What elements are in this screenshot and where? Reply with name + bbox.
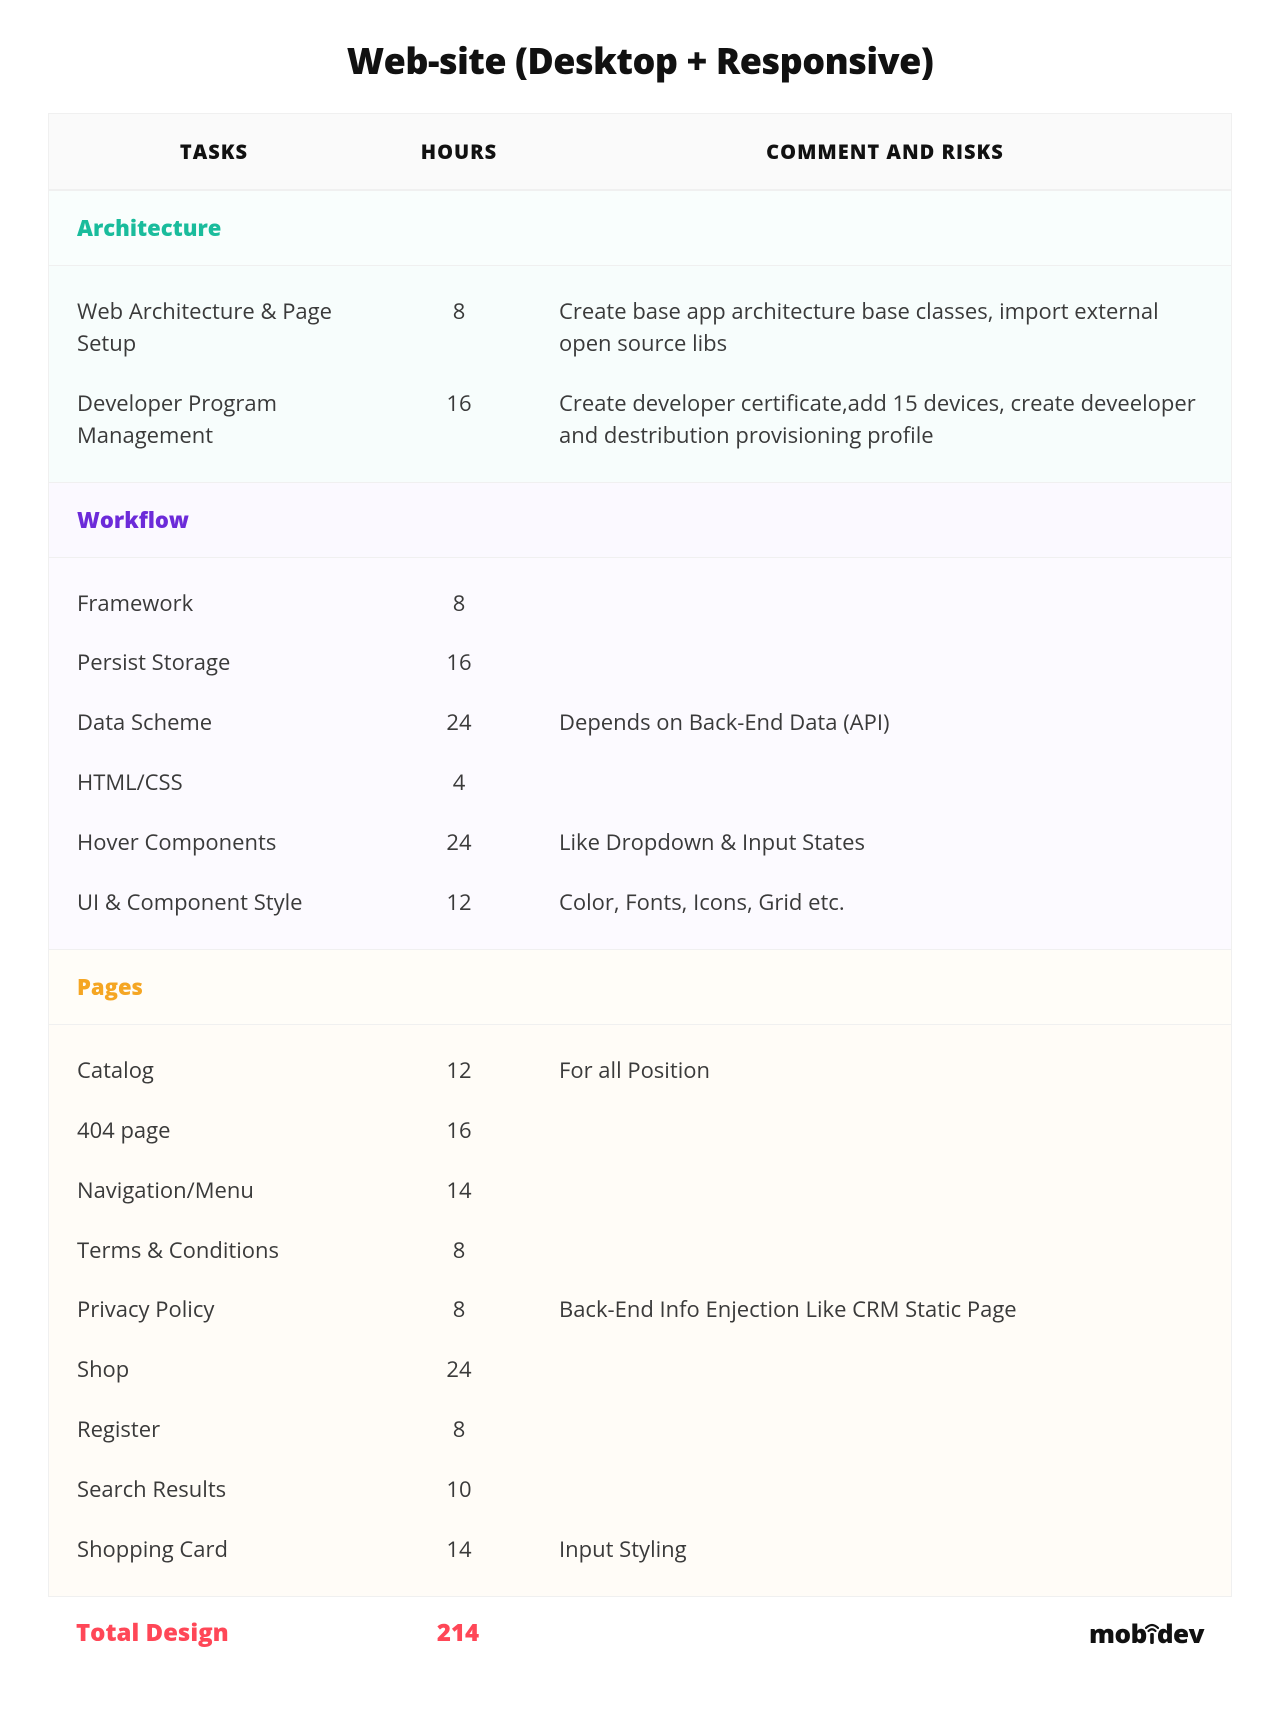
comment-cell (539, 1161, 1231, 1189)
task-cell: Search Results (49, 1460, 379, 1520)
table-row: Register8 (49, 1400, 1231, 1460)
hours-cell: 10 (379, 1460, 539, 1520)
table-row: Web Architecture & Page Setup8Create bas… (49, 282, 1231, 374)
hours-cell: 8 (379, 574, 539, 634)
table-row: Developer Program Management16Create dev… (49, 374, 1231, 466)
table-row: HTML/CSS4 (49, 753, 1231, 813)
task-cell: Catalog (49, 1041, 379, 1101)
table-row: Shopping Card14Input Styling (49, 1520, 1231, 1580)
hours-cell: 14 (379, 1161, 539, 1221)
task-cell: HTML/CSS (49, 753, 379, 813)
table-row: Hover Components24Like Dropdown & Input … (49, 813, 1231, 873)
hours-cell: 24 (379, 813, 539, 873)
estimate-table: TASKS HOURS COMMENT AND RISKS Architectu… (48, 113, 1232, 1597)
comment-cell: For all Position (539, 1041, 1231, 1101)
comment-cell (539, 1340, 1231, 1368)
hours-cell: 8 (379, 1221, 539, 1281)
brand-text-suffix: dev (1157, 1615, 1204, 1651)
comment-cell (539, 574, 1231, 602)
task-cell: Persist Storage (49, 633, 379, 693)
section-block-architecture: Web Architecture & Page Setup8Create bas… (49, 266, 1231, 482)
section-header-architecture: Architecture (49, 190, 1231, 266)
hours-cell: 8 (379, 282, 539, 342)
table-row: 404 page16 (49, 1101, 1231, 1161)
table-header-row: TASKS HOURS COMMENT AND RISKS (49, 114, 1231, 190)
section-block-workflow: Framework8Persist Storage16Data Scheme24… (49, 558, 1231, 949)
table-row: Catalog12For all Position (49, 1041, 1231, 1101)
table-row: Privacy Policy8Back-End Info Enjection L… (49, 1280, 1231, 1340)
task-cell: Hover Components (49, 813, 379, 873)
hours-cell: 16 (379, 374, 539, 434)
footer-row: Total Design 214 mob dev (48, 1615, 1232, 1651)
comment-cell: Input Styling (539, 1520, 1231, 1580)
comment-cell (539, 1221, 1231, 1249)
comment-cell (539, 633, 1231, 661)
hours-cell: 14 (379, 1520, 539, 1580)
task-cell: UI & Component Style (49, 873, 379, 933)
section-block-pages: Catalog12For all Position404 page16Navig… (49, 1025, 1231, 1596)
task-cell: Navigation/Menu (49, 1161, 379, 1221)
col-header-comment: COMMENT AND RISKS (539, 114, 1231, 189)
comment-cell: Create base app architecture base classe… (539, 282, 1231, 374)
task-cell: Web Architecture & Page Setup (49, 282, 379, 374)
total-design-label: Total Design (76, 1616, 378, 1649)
task-cell: Register (49, 1400, 379, 1460)
col-header-tasks: TASKS (49, 114, 379, 189)
task-cell: Shop (49, 1340, 379, 1400)
comment-cell: Back-End Info Enjection Like CRM Static … (539, 1280, 1231, 1340)
task-cell: Terms & Conditions (49, 1221, 379, 1281)
hours-cell: 16 (379, 1101, 539, 1161)
comment-cell: Like Dropdown & Input States (539, 813, 1231, 873)
hours-cell: 8 (379, 1400, 539, 1460)
hours-cell: 24 (379, 1340, 539, 1400)
section-header-pages: Pages (49, 949, 1231, 1025)
comment-cell (539, 1400, 1231, 1428)
comment-cell: Color, Fonts, Icons, Grid etc. (539, 873, 1231, 933)
table-row: Data Scheme24Depends on Back-End Data (A… (49, 693, 1231, 753)
hours-cell: 12 (379, 1041, 539, 1101)
section-header-workflow: Workflow (49, 482, 1231, 558)
comment-cell: Create developer certificate,add 15 devi… (539, 374, 1231, 466)
table-row: Navigation/Menu14 (49, 1161, 1231, 1221)
hours-cell: 24 (379, 693, 539, 753)
task-cell: Framework (49, 574, 379, 634)
task-cell: Developer Program Management (49, 374, 379, 466)
page-title: Web-site (Desktop + Responsive) (48, 36, 1232, 85)
table-row: Shop24 (49, 1340, 1231, 1400)
col-header-hours: HOURS (379, 114, 539, 189)
table-row: Framework8 (49, 574, 1231, 634)
brand-text-prefix: mob (1089, 1615, 1147, 1651)
comment-cell (539, 753, 1231, 781)
hours-cell: 8 (379, 1280, 539, 1340)
total-design-value: 214 (378, 1616, 538, 1649)
task-cell: Data Scheme (49, 693, 379, 753)
hours-cell: 16 (379, 633, 539, 693)
table-row: Terms & Conditions8 (49, 1221, 1231, 1281)
table-row: Persist Storage16 (49, 633, 1231, 693)
table-row: Search Results10 (49, 1460, 1231, 1520)
task-cell: Shopping Card (49, 1520, 379, 1580)
task-cell: 404 page (49, 1101, 379, 1161)
comment-cell (539, 1460, 1231, 1488)
comment-cell (539, 1101, 1231, 1129)
hours-cell: 12 (379, 873, 539, 933)
task-cell: Privacy Policy (49, 1280, 379, 1340)
hours-cell: 4 (379, 753, 539, 813)
brand-logo: mob dev (1089, 1615, 1204, 1651)
comment-cell: Depends on Back-End Data (API) (539, 693, 1231, 753)
table-row: UI & Component Style12Color, Fonts, Icon… (49, 873, 1231, 933)
